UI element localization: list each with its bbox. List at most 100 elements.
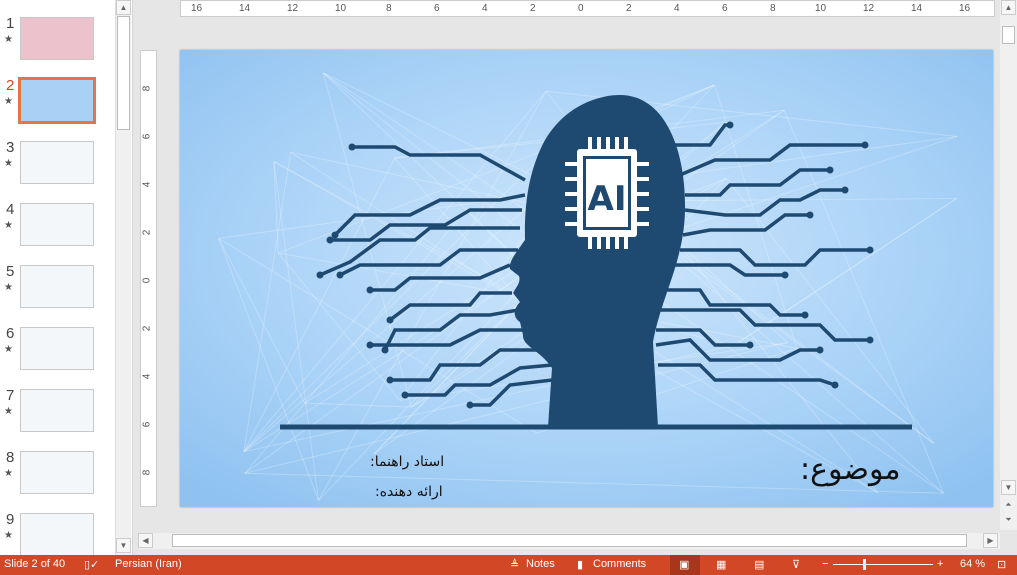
circuit-node xyxy=(806,211,814,219)
scroll-up-button[interactable]: ▲ xyxy=(116,0,131,15)
circuit-node xyxy=(781,271,789,279)
comments-button[interactable]: Comments xyxy=(593,558,646,570)
circuit-node xyxy=(386,316,394,324)
ruler-label: 8 xyxy=(386,3,392,14)
scroll-thumb[interactable] xyxy=(1002,26,1015,44)
slide-preview[interactable] xyxy=(20,327,94,370)
ruler-label: 2 xyxy=(141,229,153,236)
ruler-label: 6 xyxy=(141,421,153,428)
presenter-label[interactable]: ارائه دهنده: xyxy=(375,484,443,500)
circuit-node xyxy=(801,311,809,319)
ruler-label: 14 xyxy=(239,3,251,14)
slide-number: 1 xyxy=(6,15,15,32)
ruler-label: 10 xyxy=(335,3,347,14)
slideshow-button[interactable]: ⊽ xyxy=(792,558,800,571)
chip-pin xyxy=(597,137,601,149)
slide-thumbnail[interactable]: 2 ★ xyxy=(0,77,112,139)
notes-button[interactable]: Notes xyxy=(526,558,555,570)
chip-pin xyxy=(637,222,649,226)
scroll-down-button[interactable]: ▼ xyxy=(1001,480,1016,495)
advisor-label[interactable]: استاد راهنما: xyxy=(370,454,444,470)
chip-pin xyxy=(606,237,610,249)
circuit-node xyxy=(401,391,409,399)
ruler-label: 4 xyxy=(674,3,680,14)
animation-star-icon: ★ xyxy=(4,96,13,107)
scroll-up-button[interactable]: ▲ xyxy=(1001,0,1016,15)
slide-thumbnail-pane: 1 ★ 2 ★ 3 ★ 4 ★ 5 ★ 6 ★ 7 ★ 8 ★ 9 ★ xyxy=(0,0,133,556)
slide-thumbnail[interactable]: 5 ★ xyxy=(0,263,112,325)
chip-pin xyxy=(615,137,619,149)
slide-sorter-view-button[interactable]: ▦ xyxy=(716,558,726,571)
slide-thumbnail[interactable]: 4 ★ xyxy=(0,201,112,263)
slide-preview[interactable] xyxy=(20,451,94,494)
scroll-down-button[interactable]: ▼ xyxy=(116,538,131,553)
slide-counter[interactable]: Slide 2 of 40 xyxy=(4,558,65,570)
slide-canvas[interactable]: AI موضوع: استاد راهنما: ارائه دهنده: xyxy=(180,50,993,507)
thumbnail-scrollbar[interactable]: ▲ ▼ xyxy=(115,0,131,555)
slide-artwork: AI xyxy=(180,50,993,507)
notes-icon[interactable]: ≜ xyxy=(510,558,519,571)
slide-preview[interactable] xyxy=(20,17,94,60)
ruler-label: 6 xyxy=(434,3,440,14)
language-indicator[interactable]: Persian (Iran) xyxy=(115,558,182,570)
previous-slide-button[interactable]: ⏶ xyxy=(1001,498,1016,513)
comments-icon[interactable]: ▮ xyxy=(577,558,583,571)
slide-thumbnail[interactable]: 3 ★ xyxy=(0,139,112,201)
chip-pin xyxy=(565,192,577,196)
circuit-node xyxy=(726,121,734,129)
slide-thumbnail[interactable]: 1 ★ xyxy=(0,15,112,77)
animation-star-icon: ★ xyxy=(4,468,13,479)
zoom-slider[interactable] xyxy=(833,564,933,565)
circuit-node xyxy=(816,346,824,354)
slide-preview[interactable] xyxy=(20,513,94,556)
normal-view-button[interactable]: ▣ xyxy=(670,555,700,575)
circuit-node xyxy=(326,236,334,244)
slide-thumbnail[interactable]: 8 ★ xyxy=(0,449,112,511)
circuit-node xyxy=(336,271,344,279)
chip-pin xyxy=(606,137,610,149)
animation-star-icon: ★ xyxy=(4,220,13,231)
scroll-thumb[interactable] xyxy=(117,16,130,130)
chip-pin xyxy=(565,207,577,211)
circuit-node xyxy=(331,231,339,239)
circuit-node xyxy=(316,271,324,279)
circuit-node xyxy=(381,346,389,354)
ruler-label: 2 xyxy=(141,325,153,332)
slide-preview[interactable] xyxy=(20,203,94,246)
slide-preview[interactable] xyxy=(20,389,94,432)
chip-pin xyxy=(637,162,649,166)
scroll-left-button[interactable]: ◀ xyxy=(138,533,153,548)
vertical-scrollbar[interactable]: ▲ ▼ ⏶ ⏷ xyxy=(1000,0,1017,530)
ruler-label: 2 xyxy=(626,3,632,14)
spell-check-icon[interactable]: ▯✓ xyxy=(84,558,99,571)
fit-slide-button[interactable]: ⊡ xyxy=(997,558,1006,571)
next-slide-button[interactable]: ⏷ xyxy=(1001,513,1016,528)
horizontal-scrollbar[interactable]: ◀ ▶ xyxy=(138,533,1000,549)
ruler-label: 4 xyxy=(141,373,153,380)
zoom-in-button[interactable]: + xyxy=(937,558,943,570)
animation-star-icon: ★ xyxy=(4,282,13,293)
ruler-label: 0 xyxy=(578,3,584,14)
ai-chip-icon: AI xyxy=(565,137,649,249)
slide-thumbnail[interactable]: 6 ★ xyxy=(0,325,112,387)
chip-pin xyxy=(637,207,649,211)
animation-star-icon: ★ xyxy=(4,406,13,417)
chip-pin xyxy=(588,237,592,249)
animation-star-icon: ★ xyxy=(4,34,13,45)
slide-preview[interactable] xyxy=(18,77,96,124)
topic-label[interactable]: موضوع: xyxy=(800,452,901,487)
scroll-thumb[interactable] xyxy=(172,534,967,547)
slide-preview[interactable] xyxy=(20,265,94,308)
ruler-label: 8 xyxy=(770,3,776,14)
zoom-level[interactable]: 64 % xyxy=(960,558,985,570)
slide-preview[interactable] xyxy=(20,141,94,184)
ruler-label: 8 xyxy=(141,469,153,476)
ruler-label: 8 xyxy=(141,85,153,92)
slide-thumbnail[interactable]: 7 ★ xyxy=(0,387,112,449)
zoom-slider-thumb[interactable] xyxy=(863,559,866,570)
scroll-right-button[interactable]: ▶ xyxy=(983,533,998,548)
reading-view-button[interactable]: ▤ xyxy=(754,558,764,571)
zoom-out-button[interactable]: − xyxy=(822,558,828,570)
chip-pin xyxy=(565,162,577,166)
slide-number: 7 xyxy=(6,387,15,404)
